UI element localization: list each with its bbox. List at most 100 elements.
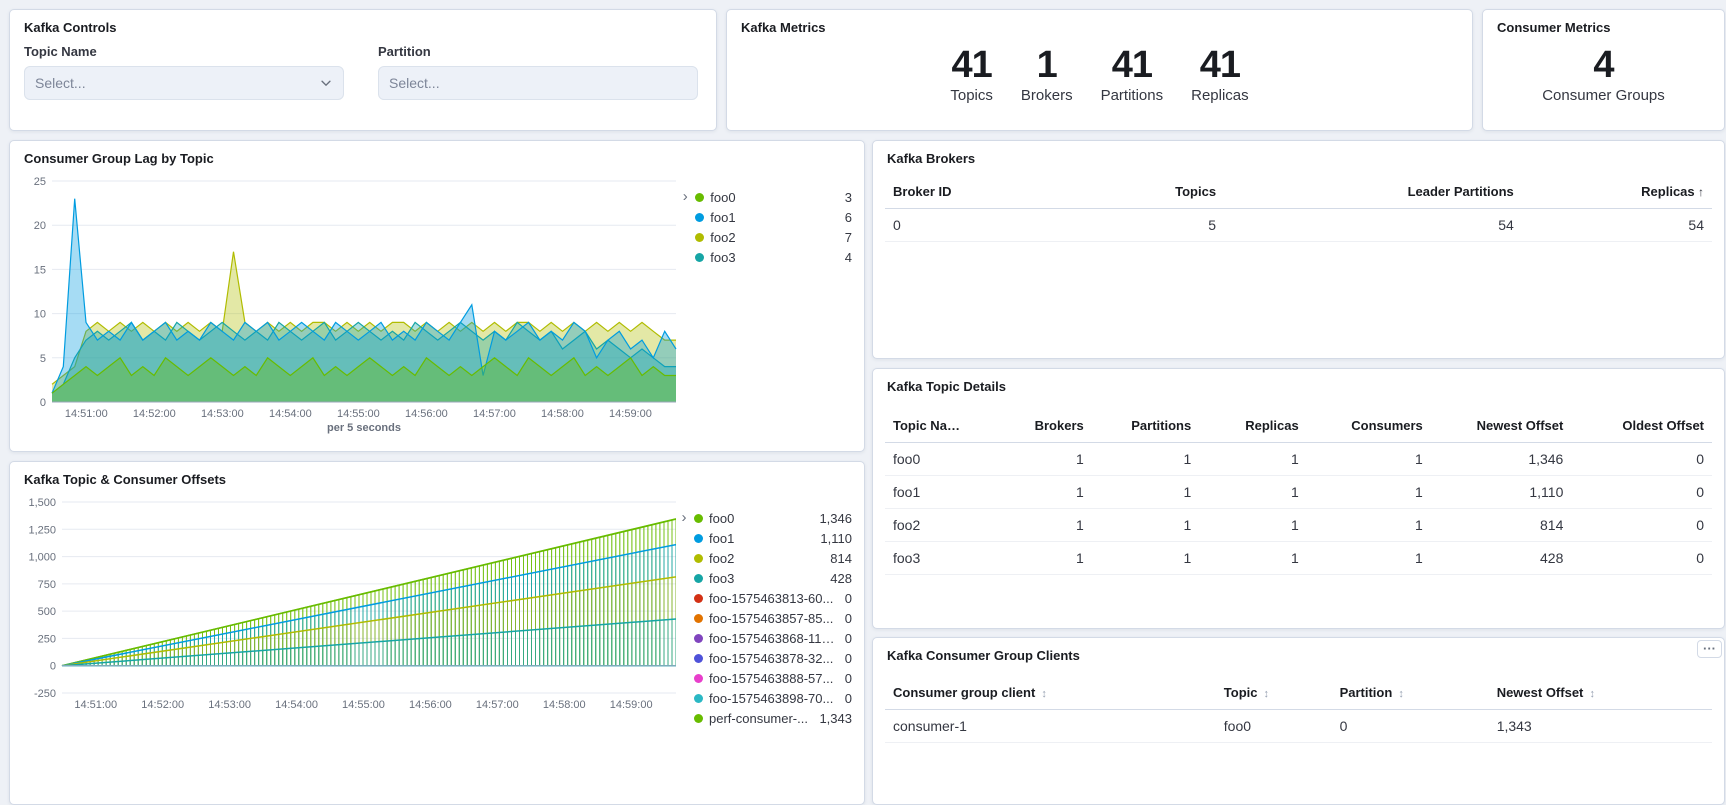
table-cell: 1 (1092, 542, 1200, 575)
sort-asc-icon: ↑ (1695, 185, 1704, 199)
legend-value: 1,346 (819, 511, 852, 526)
legend-item[interactable]: foo-1575463857-85...0 (694, 608, 852, 628)
panel-title: Kafka Controls (24, 20, 704, 36)
group-clients-table: Consumer group client ↕Topic ↕Partition … (885, 676, 1712, 743)
legend-item[interactable]: perf-consumer-...1,343 (694, 708, 852, 728)
controls-row: Topic Name Select... Partition Select... (24, 44, 702, 100)
panel-title: Kafka Brokers (887, 151, 1712, 167)
svg-text:14:58:00: 14:58:00 (543, 699, 586, 711)
legend-item[interactable]: foo-1575463813-60...0 (694, 588, 852, 608)
column-header[interactable]: Replicas (1199, 409, 1307, 443)
column-header[interactable]: Partitions (1092, 409, 1200, 443)
svg-text:25: 25 (34, 176, 46, 188)
table-row: 055454 (885, 209, 1712, 242)
legend-item[interactable]: foo03 (695, 187, 852, 207)
column-header[interactable]: Topic ↕ (1216, 676, 1332, 710)
legend-value: 1,343 (819, 711, 852, 726)
svg-text:14:56:00: 14:56:00 (409, 699, 452, 711)
metric-value: 4 (1542, 46, 1665, 86)
column-header[interactable]: Topic Name ↑ (885, 409, 976, 443)
table-cell: 1,343 (1489, 710, 1712, 743)
legend-item[interactable]: foo2814 (694, 548, 852, 568)
svg-text:15: 15 (34, 264, 46, 276)
series-color-dot (694, 634, 703, 643)
svg-text:14:57:00: 14:57:00 (476, 699, 519, 711)
table-cell: foo2 (885, 509, 976, 542)
column-header[interactable]: Newest Offset ↕ (1489, 676, 1712, 710)
panel-title: Kafka Metrics (741, 20, 1460, 36)
legend-value: 0 (845, 671, 852, 686)
table-cell: 1 (976, 542, 1092, 575)
column-header[interactable]: Newest Offset (1431, 409, 1572, 443)
column-header[interactable]: Broker ID (885, 175, 1042, 209)
series-color-dot (694, 714, 703, 723)
column-header[interactable]: Leader Partitions (1224, 175, 1522, 209)
legend-item[interactable]: foo-1575463898-70...0 (694, 688, 852, 708)
table-cell: 1 (1307, 476, 1431, 509)
legend-value: 0 (845, 651, 852, 666)
series-color-dot (694, 614, 703, 623)
svg-text:750: 750 (38, 579, 56, 591)
svg-text:14:57:00: 14:57:00 (473, 408, 516, 420)
legend-value: 0 (845, 691, 852, 706)
table-cell: foo0 (885, 443, 976, 476)
series-color-dot (694, 654, 703, 663)
legend-item[interactable]: foo-1575463868-116...0 (694, 628, 852, 648)
svg-text:1,000: 1,000 (28, 552, 56, 564)
metric-brokers: 1 Brokers (1021, 46, 1073, 104)
legend-item[interactable]: foo11,110 (694, 528, 852, 548)
svg-text:14:59:00: 14:59:00 (610, 699, 653, 711)
svg-text:14:55:00: 14:55:00 (342, 699, 385, 711)
svg-text:14:53:00: 14:53:00 (201, 408, 244, 420)
legend-item[interactable]: foo3428 (694, 568, 852, 588)
table-cell: 1 (976, 476, 1092, 509)
topic-name-select[interactable]: Select... (24, 66, 344, 100)
table-cell: 1 (1092, 509, 1200, 542)
panel-title: Kafka Topic Details (887, 379, 1712, 395)
column-header[interactable]: Oldest Offset (1571, 409, 1712, 443)
legend-item[interactable]: foo34 (695, 247, 852, 267)
table-cell: 5 (1042, 209, 1224, 242)
table-cell: consumer-1 (885, 710, 1216, 743)
svg-text:14:52:00: 14:52:00 (141, 699, 184, 711)
panel-options-icon[interactable]: ··· (1697, 640, 1722, 658)
legend-item[interactable]: foo27 (695, 227, 852, 247)
metric-value: 41 (1101, 46, 1164, 86)
column-header[interactable]: Partition ↕ (1332, 676, 1489, 710)
table-cell: 1 (976, 443, 1092, 476)
series-color-dot (694, 554, 703, 563)
column-header[interactable]: Consumer group client ↕ (885, 676, 1216, 710)
svg-text:14:54:00: 14:54:00 (269, 408, 312, 420)
column-header[interactable]: Consumers (1307, 409, 1431, 443)
column-header[interactable]: Topics (1042, 175, 1224, 209)
legend-label: foo3 (710, 250, 839, 265)
legend-item[interactable]: foo16 (695, 207, 852, 227)
svg-text:14:58:00: 14:58:00 (541, 408, 584, 420)
series-color-dot (694, 594, 703, 603)
svg-text:per 5 seconds: per 5 seconds (327, 422, 401, 434)
column-header[interactable]: Replicas ↑ (1522, 175, 1712, 209)
legend-label: foo3 (709, 571, 824, 586)
legend-expand-chevron-icon[interactable]: › (677, 187, 693, 207)
sortable-icon: ↕ (1586, 688, 1595, 700)
metric-partitions: 41 Partitions (1101, 46, 1164, 104)
series-color-dot (694, 574, 703, 583)
table-cell: 1,110 (1431, 476, 1572, 509)
column-header[interactable]: Brokers (976, 409, 1092, 443)
svg-text:14:54:00: 14:54:00 (275, 699, 318, 711)
legend-label: foo2 (709, 551, 824, 566)
legend-expand-chevron-icon[interactable]: › (676, 508, 692, 528)
series-color-dot (694, 514, 703, 523)
partition-select[interactable]: Select... (378, 66, 698, 100)
topic-name-field: Topic Name Select... (24, 44, 344, 100)
table-row: foo111111,1100 (885, 476, 1712, 509)
offsets-chart-legend: › foo01,346foo11,110foo2814foo3428foo-15… (676, 508, 852, 728)
legend-item[interactable]: foo01,346 (694, 508, 852, 528)
metric-label: Topics (950, 87, 993, 104)
metric-topics: 41 Topics (950, 46, 993, 104)
svg-text:1,500: 1,500 (28, 497, 56, 509)
kafka-dashboard: { "icons": { "chevron_right": "›", "pane… (0, 0, 1726, 711)
table-cell: 1,346 (1431, 443, 1572, 476)
legend-item[interactable]: foo-1575463878-32...0 (694, 648, 852, 668)
legend-item[interactable]: foo-1575463888-57...0 (694, 668, 852, 688)
